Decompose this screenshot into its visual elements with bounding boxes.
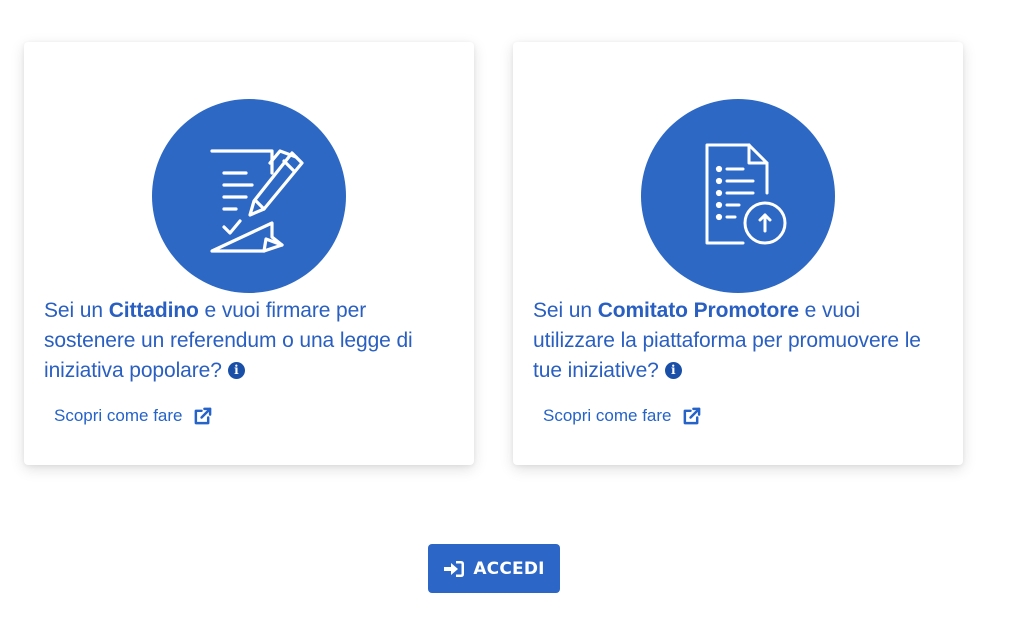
info-icon[interactable]: i <box>664 361 682 379</box>
link-label: Scopri come fare <box>54 406 183 425</box>
discover-how-link-citizen[interactable]: Scopri come fare <box>54 406 212 426</box>
login-button[interactable]: ACCEDI <box>428 544 560 593</box>
committee-card: Sei un Comitato Promotore e vuoi utilizz… <box>513 42 963 465</box>
committee-headline: Sei un Comitato Promotore e vuoi utilizz… <box>533 299 921 382</box>
link-label: Scopri come fare <box>543 406 672 425</box>
document-upload-icon <box>641 99 835 293</box>
sign-in-icon <box>444 560 465 577</box>
citizen-card: Sei un Cittadino e vuoi firmare per sost… <box>24 42 474 465</box>
external-link-icon <box>194 407 211 424</box>
citizen-headline: Sei un Cittadino e vuoi firmare per sost… <box>44 299 413 382</box>
page: Sei un Cittadino e vuoi firmare per sost… <box>0 0 1024 617</box>
login-button-label: ACCEDI <box>473 558 545 579</box>
discover-how-link-committee[interactable]: Scopri come fare <box>543 406 701 426</box>
info-icon[interactable]: i <box>227 361 245 379</box>
external-link-icon <box>683 407 700 424</box>
sign-document-icon <box>152 99 346 293</box>
